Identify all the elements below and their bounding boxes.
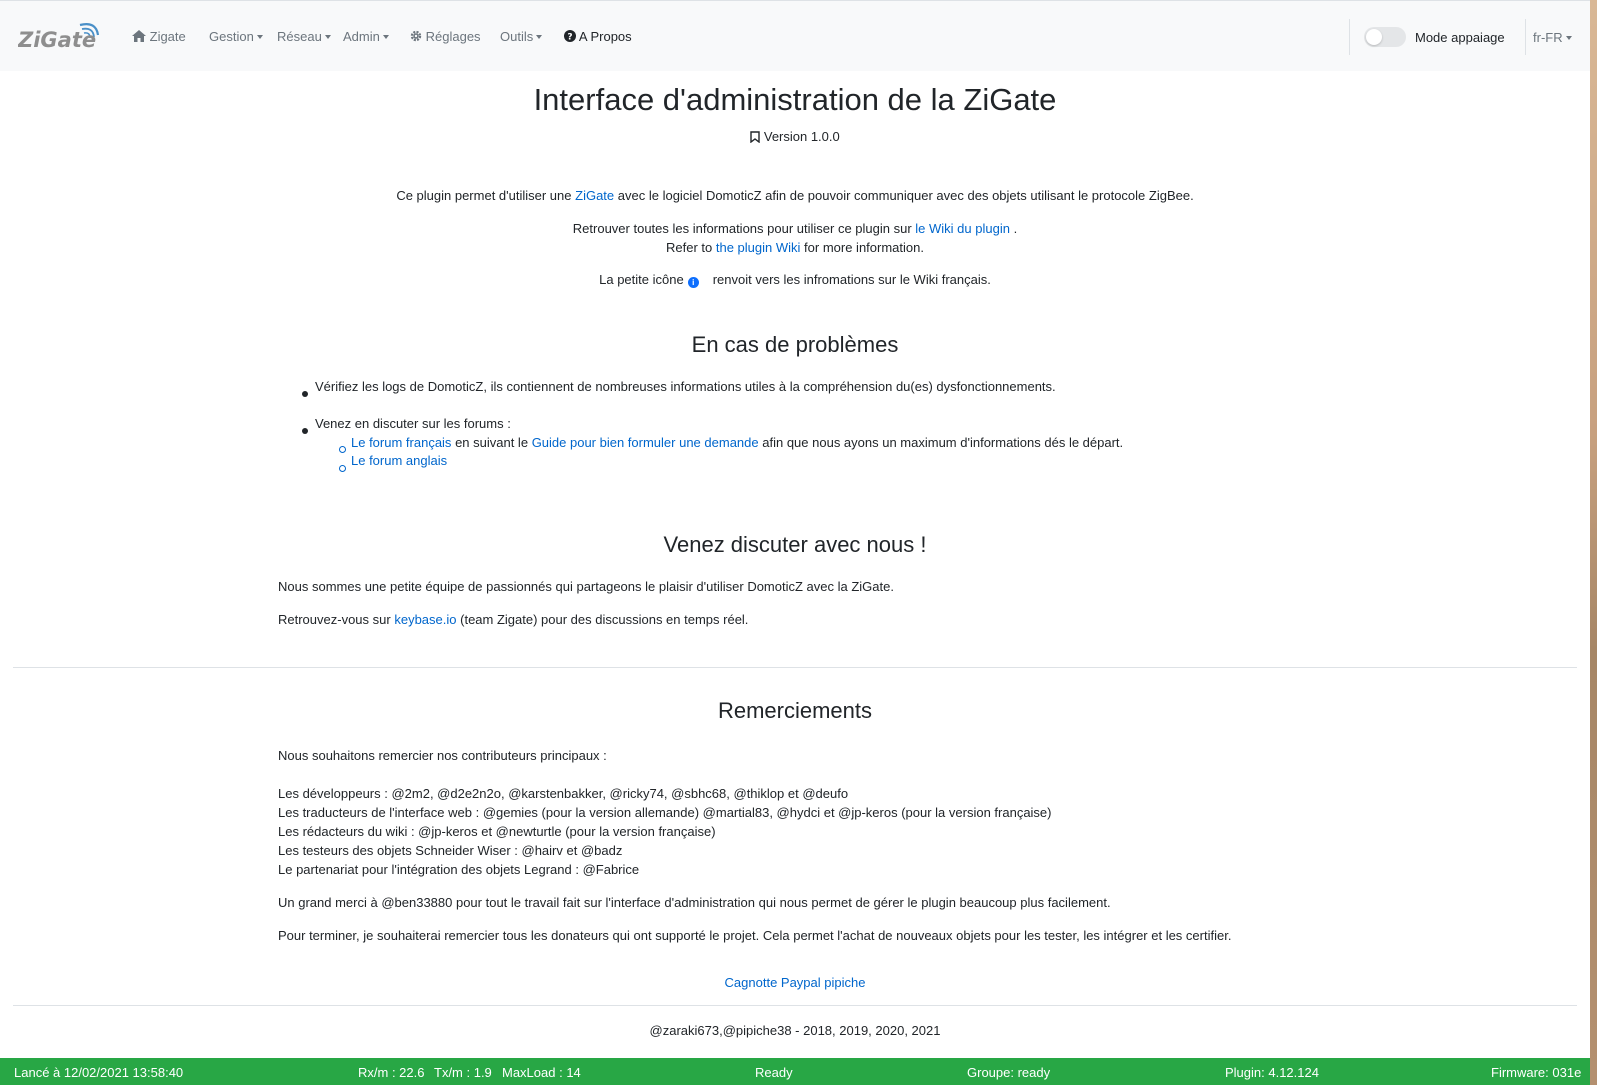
divider: [13, 1005, 1577, 1006]
discuss-paragraph-2: Retrouvez-vous sur keybase.io (team Ziga…: [278, 612, 748, 627]
problems-bullet-1: Vérifiez les logs de DomoticZ, ils conti…: [315, 379, 1056, 394]
nav-apropos[interactable]: ? A Propos: [564, 29, 632, 44]
bullet-dot: [302, 391, 308, 397]
chevron-down-icon: [256, 35, 263, 39]
nav-gestion[interactable]: Gestion: [209, 29, 263, 44]
language-dropdown[interactable]: fr-FR: [1533, 30, 1572, 45]
nav-zigate[interactable]: Zigate: [132, 29, 186, 44]
forum-fr-text: en suivant le: [455, 435, 529, 450]
nav-zigate-label: Zigate: [149, 29, 186, 44]
status-plugin: Plugin: 4.12.124: [1225, 1065, 1319, 1080]
problems-bullet-2: Venez en discuter sur les forums :: [315, 416, 511, 431]
toggle-knob: [1366, 29, 1382, 45]
thanks-line: Le partenariat pour l'intégration des ob…: [278, 862, 640, 877]
footer-credits: @zaraki673,@pipiche38 - 2018, 2019, 2020…: [649, 1023, 941, 1038]
divider: [13, 667, 1577, 668]
intro-text: renvoit vers les infromations sur le Wik…: [712, 272, 991, 287]
status-launched: Lancé à 12/02/2021 13:58:40: [14, 1065, 184, 1080]
forum-fr-link[interactable]: Le forum français: [351, 435, 451, 450]
nav-gestion-label: Gestion: [209, 29, 254, 44]
intro-line-2: Retrouver toutes les informations pour u…: [0, 221, 1590, 236]
discuss-text: Retrouvez-vous sur: [278, 612, 391, 627]
zigate-link[interactable]: ZiGate: [575, 188, 614, 203]
nav-outils[interactable]: Outils: [500, 29, 543, 44]
gear-icon: [410, 29, 426, 44]
chevron-down-icon: [536, 35, 543, 39]
wiki-plugin-link-en[interactable]: the plugin Wiki: [716, 240, 801, 255]
page-title: Interface d'administration de la ZiGate: [533, 82, 1057, 117]
pairing-mode-toggle[interactable]: [1364, 27, 1406, 47]
status-maxload: MaxLoad : 14: [502, 1065, 581, 1080]
nav-outils-label: Outils: [500, 29, 534, 44]
thanks-ben: Un grand merci à @ben33880 pour tout le …: [278, 895, 1111, 910]
forum-en-link[interactable]: Le forum anglais: [351, 453, 447, 468]
nav-reseau[interactable]: Réseau: [277, 29, 331, 44]
intro-line-3: Refer to the plugin Wiki for more inform…: [0, 240, 1590, 255]
intro-text: .: [1013, 221, 1018, 236]
chevron-down-icon: [1565, 36, 1572, 40]
bookmark-icon: [750, 129, 764, 144]
pairing-mode-label: Mode appaiage: [1415, 30, 1505, 45]
wiki-plugin-link-fr[interactable]: le Wiki du plugin: [915, 221, 1010, 236]
intro-text: Ce plugin permet d'utiliser une: [396, 188, 572, 203]
nav-reglages[interactable]: Réglages: [410, 29, 481, 44]
svg-text:ZiGate: ZiGate: [18, 28, 96, 52]
status-rx: Rx/m : 22.6: [358, 1065, 425, 1080]
thanks-line: Les développeurs : @2m2, @d2e2n2o, @kars…: [278, 786, 849, 801]
thanks-heading: Remerciements: [717, 698, 873, 723]
intro-text: Retrouver toutes les informations pour u…: [572, 221, 912, 236]
divider: [1349, 19, 1350, 55]
nav-admin[interactable]: Admin: [343, 29, 389, 44]
info-icon[interactable]: i: [687, 277, 699, 288]
thanks-line: Les rédacteurs du wiki : @jp-keros et @n…: [278, 824, 716, 839]
nav-reseau-label: Réseau: [277, 29, 322, 44]
forum-fr-text: afin que nous ayons un maximum d'informa…: [762, 435, 1124, 450]
paypal-line: Cagnotte Paypal pipiche: [0, 975, 1590, 990]
desktop-edge: [1590, 0, 1597, 1085]
discuss-heading: Venez discuter avec nous !: [663, 532, 927, 557]
guide-link[interactable]: Guide pour bien formuler une demande: [532, 435, 759, 450]
zigate-logo[interactable]: ZiGate: [17, 19, 102, 53]
nav-reglages-label: Réglages: [425, 29, 481, 44]
chevron-down-icon: [324, 35, 331, 39]
thanks-line: Les traducteurs de l'interface web : @ge…: [278, 805, 1052, 820]
keybase-link[interactable]: keybase.io: [394, 612, 456, 627]
status-group: Groupe: ready: [967, 1065, 1051, 1080]
svg-text:?: ?: [567, 33, 572, 43]
intro-text: for more information.: [804, 240, 924, 255]
status-ready: Ready: [755, 1065, 793, 1080]
nav-apropos-label: A Propos: [578, 29, 632, 44]
bullet-circle: [339, 465, 346, 472]
problems-heading: En cas de problèmes: [691, 332, 899, 357]
forum-fr-line: Le forum français en suivant le Guide po…: [351, 435, 1123, 450]
page: ZiGate Zigate Gestion Réseau Admin Régla…: [0, 0, 1590, 1085]
status-tx: Tx/m : 1.9: [434, 1065, 492, 1080]
version-line: Version 1.0.0: [0, 129, 1590, 144]
status-bar: Lancé à 12/02/2021 13:58:40 Rx/m : 22.6 …: [0, 1058, 1590, 1085]
intro-text: La petite icône: [599, 272, 684, 287]
intro-text: Refer to: [666, 240, 713, 255]
intro-line-4: La petite icône i renvoit vers les infroma…: [0, 272, 1590, 288]
language-label: fr-FR: [1533, 30, 1563, 45]
thanks-intro: Nous souhaitons remercier nos contribute…: [278, 748, 607, 763]
navbar: ZiGate Zigate Gestion Réseau Admin Régla…: [0, 0, 1590, 71]
home-icon: [132, 29, 150, 44]
discuss-text: (team Zigate) pour des discussions en te…: [460, 612, 749, 627]
thanks-donors: Pour terminer, je souhaiterai remercier …: [278, 928, 1232, 943]
chevron-down-icon: [382, 35, 389, 39]
intro-line-1: Ce plugin permet d'utiliser une ZiGate a…: [0, 188, 1590, 203]
thanks-line: Les testeurs des objets Schneider Wiser …: [278, 843, 623, 858]
version-label: Version 1.0.0: [763, 129, 840, 144]
paypal-link[interactable]: Cagnotte Paypal pipiche: [725, 975, 866, 990]
status-firmware: Firmware: 031e: [1491, 1065, 1582, 1080]
intro-text: avec le logiciel DomoticZ afin de pouvoi…: [617, 188, 1194, 203]
nav-admin-label: Admin: [343, 29, 380, 44]
bullet-dot: [302, 428, 308, 434]
forum-en-line: Le forum anglais: [351, 453, 447, 468]
bullet-circle: [339, 446, 346, 453]
discuss-paragraph-1: Nous sommes une petite équipe de passion…: [278, 579, 894, 594]
question-circle-icon: ?: [564, 29, 579, 44]
divider: [1525, 19, 1526, 55]
